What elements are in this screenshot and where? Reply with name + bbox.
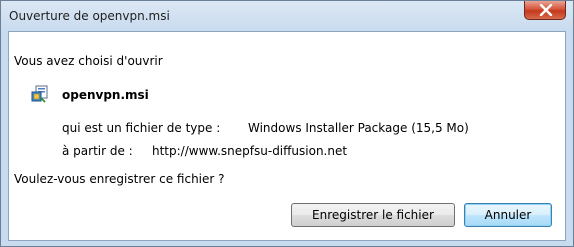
intro-text: Vous avez choisi d'ouvrir	[14, 54, 163, 68]
close-icon	[539, 4, 553, 16]
source-label: à partir de :	[62, 144, 133, 158]
close-button[interactable]	[524, 1, 566, 20]
cancel-button[interactable]: Annuler	[464, 203, 552, 227]
window-title: Ouverture de openvpn.msi	[9, 9, 170, 23]
dialog-content: Vous avez choisi d'ouvrir openvpn.msi qu…	[8, 31, 566, 241]
save-file-button[interactable]: Enregistrer le fichier	[291, 203, 455, 227]
download-dialog-window: Ouverture de openvpn.msi Vous avez chois…	[0, 0, 574, 247]
file-type-label: qui est un fichier de type :	[62, 121, 221, 135]
file-type-value: Windows Installer Package (15,5 Mo)	[248, 121, 469, 135]
title-bar[interactable]: Ouverture de openvpn.msi	[1, 1, 574, 31]
msi-installer-icon	[31, 85, 49, 103]
source-url: http://www.snepfsu-diffusion.net	[152, 144, 348, 158]
file-name: openvpn.msi	[62, 88, 149, 102]
save-question: Voulez-vous enregistrer ce fichier ?	[14, 172, 225, 186]
